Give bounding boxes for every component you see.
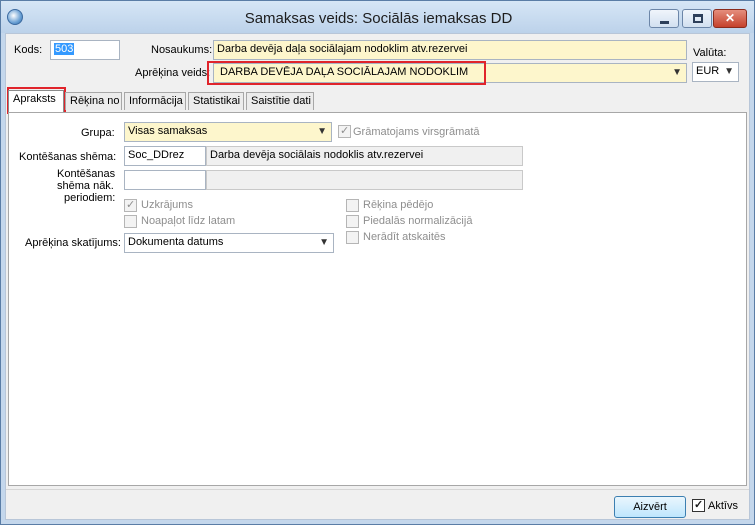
form-client-area: Kods: 503 Nosaukums: Darba devēja daļa s… (5, 33, 750, 520)
kods-value: 503 (54, 43, 75, 55)
close-icon: ✕ (724, 11, 736, 25)
chevron-down-icon[interactable]: ▼ (317, 126, 327, 137)
grupa-select[interactable]: Visas samaksas ▼ (124, 122, 332, 142)
piedalas-checkbox[interactable] (346, 215, 359, 228)
apraksts-panel: Grupa: Visas samaksas ▼ Grāmatojams virs… (8, 112, 747, 486)
skatijums-label: Aprēķina skatījums: (25, 237, 121, 249)
bottom-bar: Aizvērt Aktīvs (6, 489, 749, 519)
title-bar[interactable]: Samaksas veids: Sociālās iemaksas DD ✕ (1, 1, 754, 33)
skatijums-value: Dokumenta datums (128, 236, 224, 248)
aprekina-veids-label: Aprēķina veids: (135, 67, 211, 79)
kontesanas-nak-label-line2: shēma nāk. (57, 180, 114, 192)
window-title: Samaksas veids: Sociālās iemaksas DD (244, 10, 513, 27)
minimize-button[interactable] (649, 9, 679, 28)
noapalot-label: Noapaļot līdz latam (141, 215, 236, 227)
kods-field[interactable]: 503 (50, 40, 120, 60)
aktivs-label: Aktīvs (708, 500, 738, 512)
nosaukums-field[interactable]: Darba devēja daļa sociālajam nodoklim at… (213, 40, 687, 60)
rekina-pedejo-checkbox[interactable] (346, 199, 359, 212)
aktivs-checkbox[interactable] (692, 498, 705, 512)
highlight-box-aprekina-veids (207, 61, 486, 85)
gramatojams-label: Grāmatojams virsgrāmatā (353, 126, 480, 138)
tab-rekina-no[interactable]: Rēķina no (65, 92, 122, 110)
gramatojams-checkbox[interactable] (338, 124, 351, 138)
chevron-down-icon[interactable]: ▼ (672, 67, 682, 78)
main-window: Samaksas veids: Sociālās iemaksas DD ✕ K… (0, 0, 755, 525)
grupa-label: Grupa: (81, 127, 115, 139)
minimize-icon (660, 21, 669, 24)
rekina-pedejo-label: Rēķina pēdējo (363, 199, 434, 211)
tab-apraksts[interactable]: Apraksts (8, 90, 64, 112)
grupa-value: Visas samaksas (128, 125, 208, 137)
skatijums-select[interactable]: Dokumenta datums ▼ (124, 233, 334, 253)
chevron-down-icon[interactable]: ▼ (319, 237, 329, 248)
piedalas-label: Piedalās normalizācijā (363, 215, 473, 227)
kontesanas-nak-label-line1: Kontēšanas (57, 168, 116, 180)
noapalot-checkbox[interactable] (124, 215, 137, 228)
valuta-value: EUR (696, 65, 720, 77)
valuta-select[interactable]: EUR ▼ (692, 62, 739, 82)
neradit-label: Nerādīt atskaitēs (363, 231, 446, 243)
kods-label: Kods: (14, 44, 43, 56)
kontesanas-shema-name-field: Darba devēja sociālais nodoklis atv.reze… (206, 146, 523, 166)
valuta-label: Valūta: (693, 47, 727, 59)
tab-informacija[interactable]: Informācija (124, 92, 186, 110)
tab-statistikai[interactable]: Statistikai (188, 92, 244, 110)
uzkrajums-checkbox[interactable] (124, 198, 137, 212)
maximize-icon (693, 14, 703, 23)
kontesanas-nak-label-line3: periodiem: (64, 192, 116, 204)
kontesanas-shema-label: Kontēšanas shēma: (19, 151, 117, 163)
close-window-button[interactable]: ✕ (713, 9, 747, 28)
kontesanas-nak-code-field[interactable] (124, 170, 206, 190)
chevron-down-icon[interactable]: ▼ (724, 66, 734, 77)
uzkrajums-label: Uzkrājums (141, 199, 193, 211)
kontesanas-nak-name-field (206, 170, 523, 190)
nosaukums-label: Nosaukums: (151, 44, 213, 56)
kontesanas-shema-code-field[interactable]: Soc_DDrez (124, 146, 206, 166)
neradit-checkbox[interactable] (346, 231, 359, 244)
close-button[interactable]: Aizvērt (614, 496, 686, 518)
maximize-button[interactable] (682, 9, 712, 28)
tab-saistitie-dati[interactable]: Saistītie dati (246, 92, 314, 110)
